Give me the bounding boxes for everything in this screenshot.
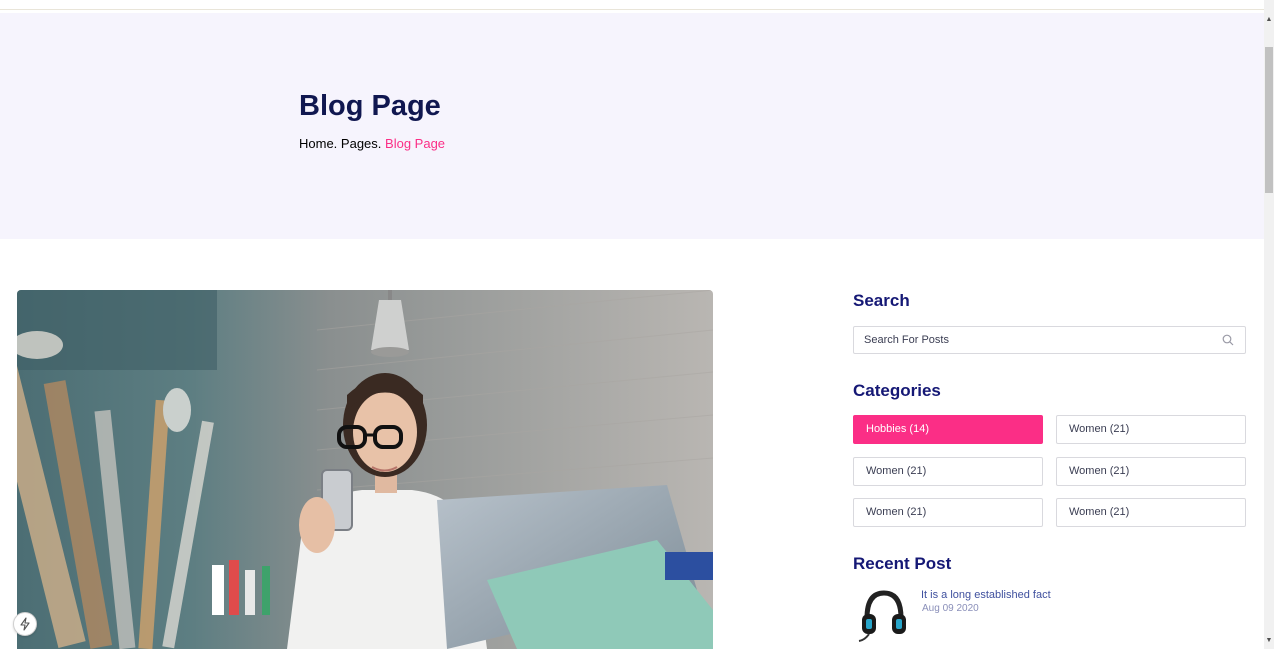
category-women[interactable]: Women (21): [853, 457, 1043, 486]
breadcrumb-home-link[interactable]: Home.: [299, 136, 337, 151]
category-women[interactable]: Women (21): [1056, 498, 1246, 527]
scroll-up-arrow-icon[interactable]: ▲: [1264, 14, 1274, 24]
category-women[interactable]: Women (21): [853, 498, 1043, 527]
breadcrumb: Home. Pages. Blog Page: [299, 136, 445, 151]
recent-post-date: Aug 09 2020: [922, 603, 979, 614]
vertical-scrollbar[interactable]: ▲ ▼: [1264, 0, 1274, 649]
breadcrumb-current: Blog Page: [385, 136, 446, 151]
blog-post-image[interactable]: [17, 290, 713, 649]
scroll-down-arrow-icon[interactable]: ▼: [1264, 635, 1274, 645]
page-title: Blog Page: [299, 90, 441, 122]
lightning-button[interactable]: [13, 612, 37, 636]
recent-post-item[interactable]: It is a long established fact Aug 09 202…: [853, 588, 1246, 648]
page-header-banner: Blog Page Home. Pages. Blog Page: [0, 13, 1264, 239]
categories-heading: Categories: [853, 381, 941, 400]
headphones-thumbnail: [857, 588, 907, 643]
breadcrumb-pages-link[interactable]: Pages.: [341, 136, 381, 151]
search-box: [853, 326, 1246, 354]
lightning-icon: [20, 617, 30, 631]
scrollbar-thumb[interactable]: [1265, 47, 1273, 193]
recent-post-heading: Recent Post: [853, 554, 952, 573]
search-heading: Search: [853, 291, 910, 310]
recent-post-title[interactable]: It is a long established fact: [921, 589, 1051, 601]
top-navbar-edge: [0, 0, 1264, 10]
category-women[interactable]: Women (21): [1056, 457, 1246, 486]
search-input[interactable]: [864, 334, 1221, 346]
category-hobbies[interactable]: Hobbies (14): [853, 415, 1043, 444]
search-icon[interactable]: [1221, 333, 1235, 347]
woman-with-phone-photo: [17, 290, 713, 649]
category-women[interactable]: Women (21): [1056, 415, 1246, 444]
